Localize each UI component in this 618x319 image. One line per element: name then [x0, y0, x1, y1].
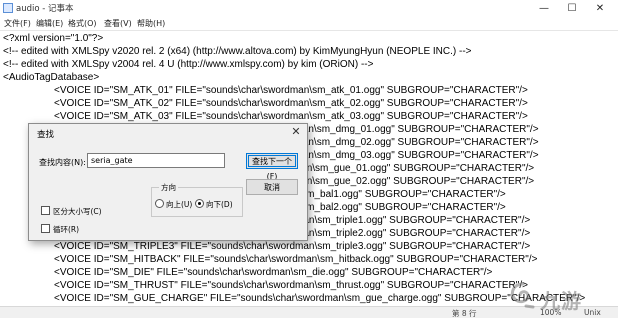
xml-declaration-line: <?xml version="1.0"?> [3, 33, 104, 44]
menu-edit[interactable]: 编辑(E) [36, 18, 63, 29]
comment-line-1: <!-- edited with XMLSpy v2020 rel. 2 (x6… [3, 46, 472, 57]
match-case-label: 区分大小写(C) [53, 207, 102, 216]
cancel-button[interactable]: 取消 [246, 179, 298, 195]
find-dialog: 查找 ✕ 查找内容(N): 查找下一个(F) 取消 方向 向上(U) 向下(D)… [28, 123, 308, 241]
cursor-position: 第 8 行 [452, 309, 477, 318]
direction-title: 方向 [159, 182, 178, 193]
notepad-icon [3, 3, 13, 13]
find-next-button[interactable]: 查找下一个(F) [246, 153, 298, 181]
find-what-label: 查找内容(N): [39, 158, 86, 167]
minimize-button[interactable]: — [530, 0, 558, 17]
menu-format[interactable]: 格式(O) [68, 18, 97, 29]
menu-view[interactable]: 查看(V) [104, 18, 132, 29]
direction-up-radio[interactable] [155, 199, 164, 208]
find-what-input[interactable] [87, 153, 225, 168]
close-window-button[interactable]: ✕ [586, 0, 614, 17]
watermark-text: 九游 [540, 289, 582, 313]
watermark-swirl-icon [510, 282, 535, 309]
voice-line: <VOICE ID="SM_HITBACK" FILE="sounds\char… [54, 254, 538, 265]
menu-help[interactable]: 帮助(H) [137, 18, 165, 29]
watermark-logo: 九游 [506, 280, 616, 314]
direction-down-label: 向下(D) [206, 200, 233, 209]
title-bar: audio - 记事本 — ☐ ✕ [0, 0, 618, 17]
voice-line: <VOICE ID="SM_ATK_02" FILE="sounds\char\… [54, 98, 528, 109]
window-title: audio - 记事本 [16, 4, 74, 14]
wrap-around-label: 循环(R) [53, 225, 80, 234]
match-case-checkbox[interactable] [41, 206, 50, 215]
dialog-title: 查找 [37, 130, 55, 140]
dialog-close-button[interactable]: ✕ [289, 125, 303, 139]
menu-bar: 文件(F) 编辑(E) 格式(O) 查看(V) 帮助(H) [0, 17, 618, 30]
menu-file[interactable]: 文件(F) [4, 18, 31, 29]
direction-up-label: 向上(U) [166, 200, 193, 209]
direction-down-radio[interactable] [195, 199, 204, 208]
maximize-button[interactable]: ☐ [558, 0, 586, 17]
voice-line: <VOICE ID="SM_ATK_01" FILE="sounds\char\… [54, 85, 528, 96]
wrap-around-checkbox[interactable] [41, 224, 50, 233]
voice-line: <VOICE ID="SM_ATK_03" FILE="sounds\char\… [54, 111, 528, 122]
voice-line: <VOICE ID="SM_TRIPLE3" FILE="sounds\char… [54, 241, 531, 252]
voice-line: <VOICE ID="SM_DIE" FILE="sounds\char\swo… [54, 267, 493, 278]
root-tag-line: <AudioTagDatabase> [3, 72, 100, 83]
voice-line: <VOICE ID="SM_THRUST" FILE="sounds\char\… [54, 280, 528, 291]
comment-line-2: <!-- edited with XMLSpy v2004 rel. 4 U (… [3, 59, 374, 70]
